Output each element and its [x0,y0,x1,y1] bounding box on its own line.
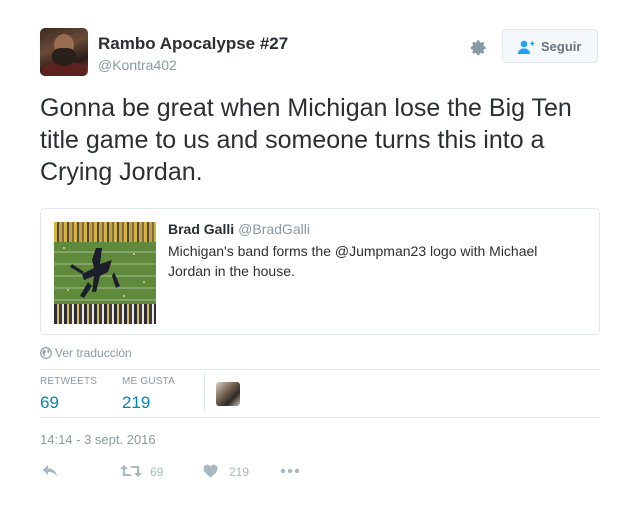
tweet-text: Gonna be great when Michigan lose the Bi… [40,94,572,186]
liker-avatar[interactable] [216,382,240,406]
like-count: 219 [229,465,250,479]
quoted-tweet-author[interactable]: Brad Galli @BradGalli [168,221,310,237]
globe-icon [40,347,52,359]
author-avatar[interactable] [40,28,88,76]
likes-label: ME GUSTA [122,376,176,387]
more-button[interactable] [280,462,302,482]
translate-label: Ver traducción [55,346,132,360]
divider-bottom [40,417,600,418]
add-user-icon [518,40,535,54]
heart-icon [203,464,218,478]
quoted-tweet-text: Michigan's band forms the @Jumpman23 log… [168,243,538,279]
quoted-author-name: Brad Galli [168,221,235,237]
author-display-name[interactable]: Rambo Apocalypse #27 [98,34,288,54]
translate-link[interactable]: Ver traducción [40,346,132,360]
stats-separator [204,372,205,412]
divider-top [40,369,600,370]
retweets-label: RETWEETS [40,376,98,387]
retweet-button[interactable]: 69 [120,462,180,482]
tweet-timestamp[interactable]: 14:14 - 3 sept. 2016 [40,432,156,447]
more-icon [280,468,300,474]
reply-button[interactable] [42,462,62,482]
follow-button[interactable]: Seguir [502,29,598,63]
likes-stat[interactable]: ME GUSTA 219 [122,376,175,413]
retweets-stat[interactable]: RETWEETS 69 [40,376,97,413]
stadium-crowd-bottom [54,304,156,324]
football-field [54,242,156,304]
follow-button-label: Seguir [541,39,582,54]
quoted-tweet[interactable]: Brad Galli @BradGalli Michigan's band for… [40,208,600,335]
retweet-icon [120,465,142,477]
like-button[interactable]: 219 [203,462,263,482]
avatar-beard [52,48,76,66]
quoted-author-handle: @BradGalli [238,221,310,237]
gear-icon[interactable] [468,38,488,58]
stadium-crowd-top [54,222,156,242]
likes-value: 219 [122,393,151,412]
tweet-header: Rambo Apocalypse #27 @Kontra402 Seguir [40,28,600,80]
author-handle[interactable]: @Kontra402 [98,57,177,73]
reply-icon [42,465,57,477]
field-markings [54,247,156,301]
quoted-tweet-image[interactable] [54,222,156,324]
retweets-value: 69 [40,393,59,412]
retweet-count: 69 [150,465,164,479]
